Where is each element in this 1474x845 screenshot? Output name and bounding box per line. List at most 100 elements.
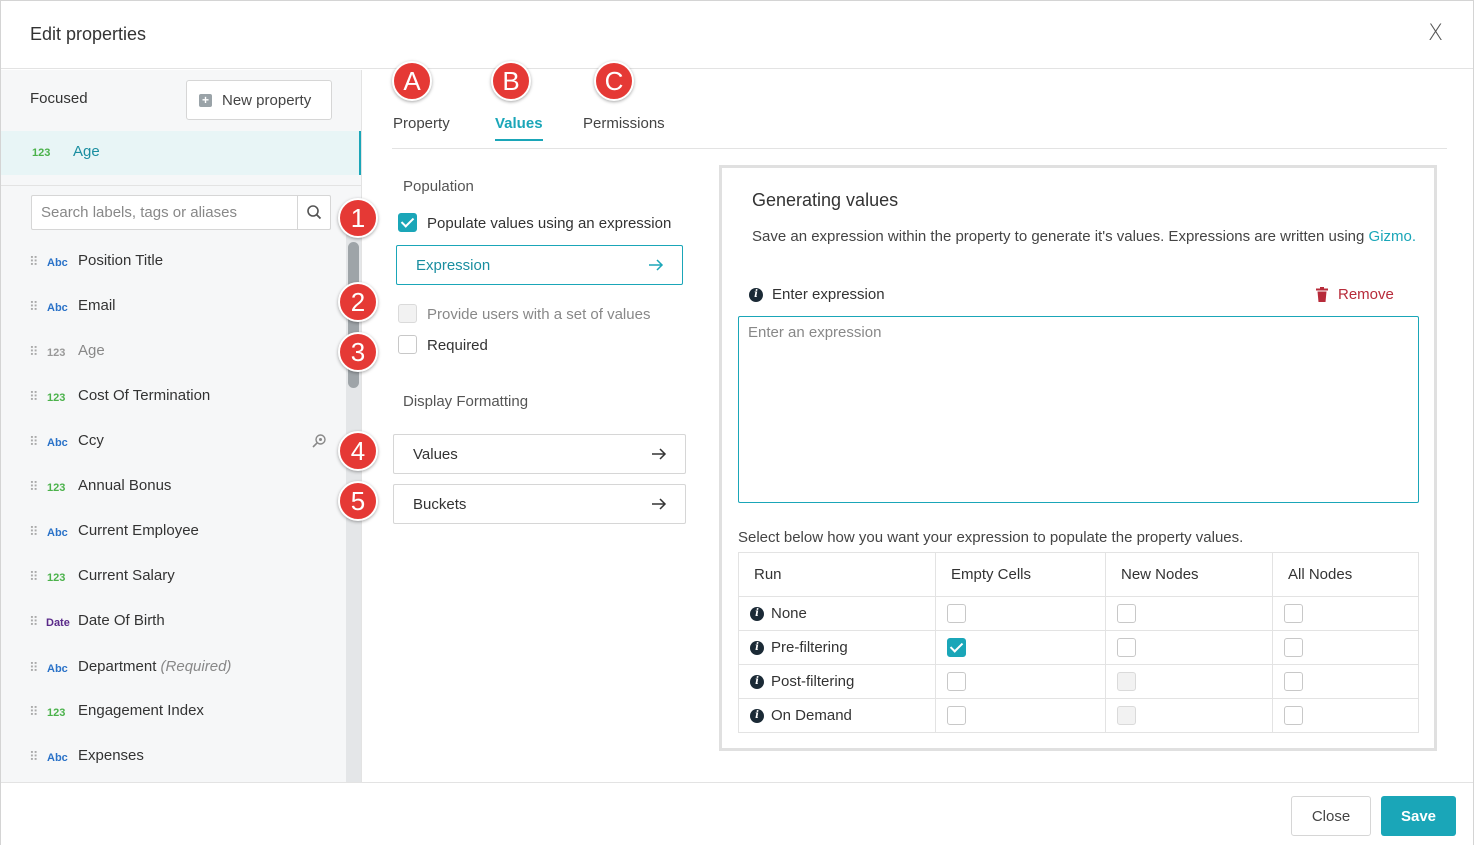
tab-property[interactable]: Property [393,115,450,132]
text-type-icon: Abc [47,527,68,539]
tab-permissions[interactable]: Permissions [583,115,665,132]
dialog-title: Edit properties [30,24,147,44]
info-icon[interactable]: i [750,606,764,621]
drag-handle-icon[interactable]: ⠿ [29,749,38,765]
drag-handle-icon[interactable]: ⠿ [29,389,38,405]
values-format-button[interactable]: Values [393,434,686,474]
tab-underline-divider [392,148,1447,149]
drag-handle-icon[interactable]: ⠿ [29,614,38,630]
tab-values[interactable]: Values [495,115,543,141]
drag-handle-icon[interactable]: ⠿ [29,299,38,315]
number-type-icon: 123 [47,347,66,359]
property-search [31,195,331,230]
new-property-button[interactable]: + New property [186,80,332,120]
drag-handle-icon[interactable]: ⠿ [29,434,38,450]
empty-cells-checkbox[interactable] [947,604,966,623]
info-icon[interactable]: i [749,287,763,302]
arrow-right-icon [652,448,667,460]
drag-handle-icon[interactable]: ⠿ [29,569,38,585]
number-type-icon: 123 [47,392,66,404]
new-nodes-checkbox[interactable] [1117,672,1136,691]
list-item[interactable]: ⠿ Abc Department (Required) [1,647,346,687]
remove-label: Remove [1338,286,1394,303]
info-icon[interactable]: i [750,708,764,723]
list-item[interactable]: ⠿ 123 Age [1,331,346,371]
list-item[interactable]: ⠿ Abc Email [1,286,346,326]
enter-expression-row: i Enter expression [749,286,885,303]
new-nodes-checkbox[interactable] [1117,706,1136,725]
gizmo-link[interactable]: Gizmo. [1369,228,1417,245]
drag-handle-icon[interactable]: ⠿ [29,660,38,676]
drag-handle-icon[interactable]: ⠿ [29,254,38,270]
list-item[interactable]: ⠿ Abc Position Title [1,241,346,281]
run-cell: i On Demand [738,698,936,733]
magnify-icon[interactable] [311,433,327,449]
property-name: Ccy [78,432,104,449]
list-item[interactable]: ⠿ Abc Ccy [1,421,346,461]
number-type-icon: 123 [47,572,66,584]
populate-expression-checkbox[interactable] [398,213,417,232]
arrow-right-icon [652,498,667,510]
property-name: Email [78,297,116,314]
close-icon[interactable]: X [1428,21,1443,46]
close-button[interactable]: Close [1291,796,1371,836]
populate-expression-label: Populate values using an expression [427,215,672,232]
drag-handle-icon[interactable]: ⠿ [29,344,38,360]
list-item[interactable]: ⠿ Date Date Of Birth [1,601,346,641]
callout-badge-5: 5 [338,481,378,521]
provide-values-label: Provide users with a set of values [427,306,651,323]
search-button[interactable] [297,196,330,229]
empty-cells-checkbox[interactable] [947,638,966,657]
empty-cells-checkbox[interactable] [947,672,966,691]
list-item[interactable]: ⠿ 123 Current Salary [1,556,346,596]
info-icon[interactable]: i [750,640,764,655]
run-cell: i Post-filtering [738,664,936,699]
list-item[interactable]: ⠿ 123 Engagement Index [1,691,346,731]
all-nodes-cell [1272,596,1419,631]
run-name: Post-filtering [771,673,855,690]
required-label: Required [427,337,488,354]
drag-handle-icon[interactable]: ⠿ [29,479,38,495]
search-input[interactable] [32,196,297,229]
list-item[interactable]: ⠿ 123 Annual Bonus [1,466,346,506]
required-checkbox[interactable] [398,335,417,354]
provide-values-checkbox[interactable] [398,304,417,323]
dialog-footer: Close Save [1,782,1473,845]
text-type-icon: Abc [47,437,68,449]
drag-handle-icon[interactable]: ⠿ [29,704,38,720]
all-nodes-checkbox[interactable] [1284,706,1303,725]
list-item[interactable]: ⠿ 123 Cost Of Termination [1,376,346,416]
all-nodes-checkbox[interactable] [1284,638,1303,657]
main-area: A B C Property Values Permissions Popula… [338,61,1473,782]
expression-button[interactable]: Expression [396,245,683,285]
remove-button[interactable]: Remove [1316,286,1394,303]
number-type-icon: 123 [32,147,51,159]
number-type-icon: 123 [47,707,66,719]
focused-property-item[interactable]: 123 Age [1,131,361,175]
all-nodes-checkbox[interactable] [1284,672,1303,691]
all-nodes-checkbox[interactable] [1284,604,1303,623]
required-suffix: (Required) [160,658,232,675]
text-type-icon: Abc [47,663,68,675]
new-nodes-cell [1105,596,1273,631]
property-name: Age [78,342,105,359]
empty-cells-checkbox[interactable] [947,706,966,725]
expression-textarea[interactable] [738,316,1419,503]
drag-handle-icon[interactable]: ⠿ [29,524,38,540]
new-property-label: New property [222,91,312,109]
property-name: Department (Required) [78,658,231,675]
text-type-icon: Abc [47,752,68,764]
all-nodes-cell [1272,698,1419,733]
save-button[interactable]: Save [1381,796,1456,836]
column-header-all-nodes: All Nodes [1272,552,1419,597]
list-item[interactable]: ⠿ Abc Expenses [1,736,346,776]
new-nodes-checkbox[interactable] [1117,638,1136,657]
list-item[interactable]: ⠿ Abc Current Employee [1,511,346,551]
buckets-format-button[interactable]: Buckets [393,484,686,524]
run-name: None [771,605,807,622]
info-icon[interactable]: i [750,674,764,689]
new-nodes-checkbox[interactable] [1117,604,1136,623]
property-name: Cost Of Termination [78,387,211,404]
column-header-empty-cells: Empty Cells [935,552,1106,597]
select-instruction: Select below how you want your expressio… [738,529,1244,546]
